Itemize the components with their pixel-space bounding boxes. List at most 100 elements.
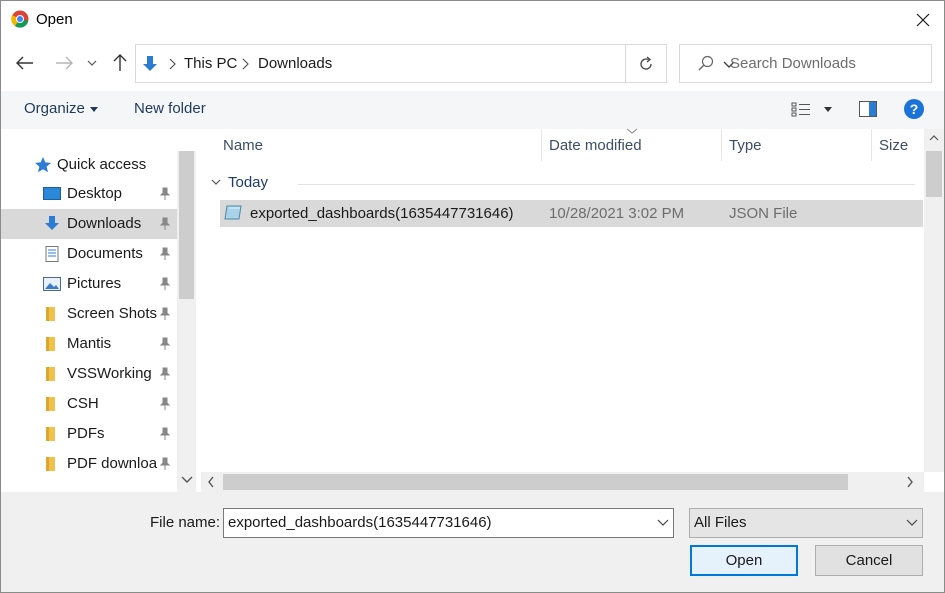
nav-item-downloads[interactable]: Downloads bbox=[1, 209, 177, 239]
chrome-icon bbox=[11, 10, 29, 28]
navigation-pane: Quick access Desktop Downloads Documents… bbox=[1, 129, 197, 492]
group-divider bbox=[298, 184, 915, 185]
nav-item-pdf-downloads[interactable]: PDF downloa bbox=[1, 449, 177, 479]
file-type-filter[interactable]: All Files bbox=[689, 508, 923, 538]
folder-icon bbox=[46, 337, 55, 351]
star-icon bbox=[35, 157, 51, 173]
pictures-icon bbox=[43, 277, 61, 291]
nav-item-label: PDFs bbox=[67, 425, 105, 442]
search-box[interactable]: Search Downloads bbox=[679, 44, 932, 83]
folder-icon bbox=[46, 397, 55, 411]
folder-icon bbox=[46, 307, 55, 321]
nav-item-desktop[interactable]: Desktop bbox=[1, 179, 177, 209]
open-button[interactable]: Open bbox=[690, 545, 798, 576]
chevron-down-icon[interactable] bbox=[657, 519, 669, 527]
search-input[interactable]: Search Downloads bbox=[730, 55, 856, 72]
folder-icon bbox=[46, 457, 55, 471]
file-date-modified: 10/28/2021 3:02 PM bbox=[549, 205, 685, 222]
pin-icon bbox=[159, 457, 171, 470]
pin-icon bbox=[159, 277, 171, 290]
nav-item-label: Mantis bbox=[67, 335, 112, 352]
refresh-button[interactable] bbox=[625, 44, 667, 83]
scroll-down-icon[interactable] bbox=[181, 475, 193, 485]
downloads-icon bbox=[45, 216, 59, 230]
pin-icon bbox=[159, 397, 171, 410]
nav-item-pdfs[interactable]: PDFs bbox=[1, 419, 177, 449]
desktop-icon bbox=[43, 187, 61, 200]
nav-item-pictures[interactable]: Pictures bbox=[1, 269, 177, 299]
column-header-type[interactable]: Type bbox=[729, 137, 762, 154]
downloads-icon bbox=[143, 56, 157, 71]
column-header-name[interactable]: Name bbox=[223, 137, 263, 154]
file-name: exported_dashboards(1635447731646) bbox=[250, 205, 514, 222]
nav-item-label: CSH bbox=[67, 395, 99, 412]
address-bar[interactable]: This PC Downloads bbox=[135, 44, 735, 83]
folder-icon bbox=[46, 367, 55, 381]
nav-scrollbar-thumb[interactable] bbox=[179, 151, 194, 299]
pin-icon bbox=[159, 187, 171, 200]
file-list-scrollbar-thumb[interactable] bbox=[926, 151, 942, 197]
horizontal-scrollbar-thumb[interactable] bbox=[223, 474, 848, 490]
chevron-down-icon bbox=[906, 519, 918, 526]
file-type-filter-value: All Files bbox=[694, 514, 747, 531]
nav-item-label: Screen Shots bbox=[67, 305, 158, 322]
file-name-input[interactable]: exported_dashboards(1635447731646) bbox=[223, 508, 674, 538]
column-divider[interactable] bbox=[871, 129, 872, 161]
open-dialog: Open This PC Downloads Search Downloads … bbox=[0, 0, 945, 593]
title-bar: Open bbox=[1, 1, 944, 39]
search-icon bbox=[698, 55, 714, 71]
json-file-icon bbox=[224, 205, 242, 220]
nav-item-documents[interactable]: Documents bbox=[1, 239, 177, 269]
refresh-icon bbox=[640, 56, 652, 70]
cancel-button[interactable]: Cancel bbox=[815, 545, 923, 576]
pin-icon bbox=[159, 307, 171, 320]
view-list-icon[interactable] bbox=[791, 101, 811, 117]
file-type: JSON File bbox=[729, 205, 798, 222]
pin-icon bbox=[159, 337, 171, 350]
group-header-today[interactable]: Today bbox=[228, 174, 268, 191]
arrow-left-icon bbox=[16, 56, 33, 70]
scroll-right-icon[interactable] bbox=[906, 476, 914, 488]
nav-item-label: Pictures bbox=[67, 275, 122, 292]
window-title: Open bbox=[36, 11, 73, 28]
nav-item-mantis[interactable]: Mantis bbox=[1, 329, 177, 359]
pin-icon bbox=[159, 427, 171, 440]
chevron-right-icon bbox=[242, 58, 249, 70]
nav-item-screen-shots[interactable]: Screen Shots bbox=[1, 299, 177, 329]
nav-item-vssworking[interactable]: VSSWorking bbox=[1, 359, 177, 389]
folder-icon bbox=[46, 427, 55, 441]
arrow-right-icon bbox=[56, 56, 73, 70]
new-folder-button[interactable]: New folder bbox=[134, 100, 206, 117]
file-row[interactable]: exported_dashboards(1635447731646) 10/28… bbox=[220, 200, 923, 227]
quick-access-item[interactable]: Quick access bbox=[57, 156, 146, 173]
scroll-left-icon[interactable] bbox=[207, 476, 215, 488]
breadcrumb-this-pc[interactable]: This PC bbox=[184, 55, 237, 72]
nav-item-label: VSSWorking bbox=[67, 365, 152, 382]
column-header-date-modified[interactable]: Date modified bbox=[549, 137, 642, 154]
column-divider[interactable] bbox=[541, 129, 542, 161]
forward-button[interactable] bbox=[51, 48, 77, 78]
breadcrumb-downloads[interactable]: Downloads bbox=[258, 55, 332, 72]
nav-item-label: Downloads bbox=[67, 215, 142, 232]
file-name-label: File name: bbox=[150, 514, 221, 531]
recent-locations-button[interactable] bbox=[82, 48, 102, 78]
preview-pane-icon[interactable] bbox=[859, 101, 877, 117]
organize-button[interactable]: Organize bbox=[24, 100, 85, 117]
back-button[interactable] bbox=[12, 48, 38, 78]
column-divider[interactable] bbox=[721, 129, 722, 161]
sort-caret-icon bbox=[626, 128, 638, 134]
nav-item-csh[interactable]: CSH bbox=[1, 389, 177, 419]
nav-item-label: Desktop bbox=[67, 185, 123, 202]
up-button[interactable] bbox=[107, 48, 133, 78]
help-button[interactable]: ? bbox=[904, 99, 924, 119]
caret-down-icon bbox=[90, 107, 98, 112]
nav-item-label: PDF downloa bbox=[67, 455, 158, 472]
chevron-down-icon[interactable] bbox=[211, 179, 221, 186]
view-options-caret-icon[interactable] bbox=[824, 107, 832, 112]
close-button[interactable] bbox=[903, 3, 943, 37]
scroll-up-icon[interactable] bbox=[929, 134, 939, 142]
column-header-size[interactable]: Size bbox=[879, 137, 908, 154]
chevron-right-icon bbox=[169, 58, 176, 70]
pin-icon bbox=[159, 217, 171, 230]
close-icon bbox=[916, 13, 930, 27]
